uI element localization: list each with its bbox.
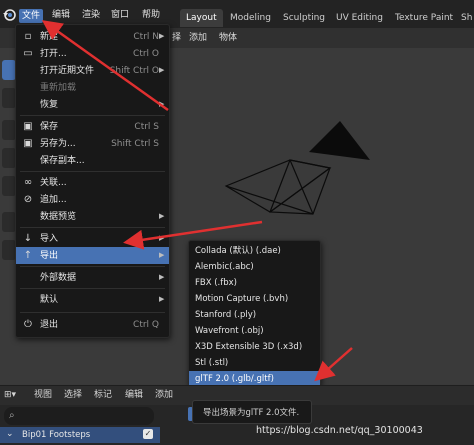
chevron-right-icon: ▶: [159, 295, 165, 303]
tooltip: 导出场景为glTF 2.0文件.: [192, 400, 312, 424]
menu-item-defaults[interactable]: 默认 ▶: [16, 291, 169, 308]
quit-icon: ⏻: [24, 319, 32, 330]
menu-separator: [20, 227, 165, 228]
watermark: https://blog.csdn.net/qq_30100043: [256, 425, 423, 436]
menu-item-save-copy[interactable]: 保存副本...: [16, 152, 169, 169]
menu-item-recover[interactable]: 恢复 ▶: [16, 96, 169, 113]
menu-item-append[interactable]: ⊘ 追加...: [16, 191, 169, 208]
export-submenu: Collada (默认) (.dae) Alembic(.abc) FBX (.…: [188, 240, 321, 387]
search-input[interactable]: ⌕: [4, 407, 154, 425]
link-icon: ∞: [23, 177, 33, 188]
menu-separator: [20, 312, 165, 313]
export-item-obj[interactable]: Wavefront (.obj): [189, 323, 320, 339]
menu-item-open-recent[interactable]: 打开近期文件 Shift Ctrl O ▶: [16, 62, 169, 79]
export-item-fbx[interactable]: FBX (.fbx): [189, 275, 320, 291]
menu-separator: [20, 171, 165, 172]
menu-item-revert: 重新加载: [40, 83, 77, 93]
timeline-menu-view[interactable]: 视图: [34, 389, 52, 401]
export-item-collada[interactable]: Collada (默认) (.dae): [189, 243, 320, 259]
export-icon: ↑: [23, 250, 33, 261]
timeline-menu-select[interactable]: 选择: [64, 389, 82, 401]
timeline-menu-marker[interactable]: 标记: [94, 389, 112, 401]
chevron-right-icon: ▶: [159, 251, 165, 259]
timeline-editor-type-icon[interactable]: ⊞▾: [4, 389, 16, 401]
menu-separator: [20, 266, 165, 267]
folder-icon: ▭: [23, 48, 33, 59]
track-label: Bip01 Footsteps: [22, 430, 91, 440]
menu-item-new[interactable]: ▫ 新建 Ctrl N ▶: [16, 28, 169, 45]
camera-up-triangle: [309, 121, 370, 160]
import-icon: ↓: [23, 233, 33, 244]
export-item-alembic[interactable]: Alembic(.abc): [189, 259, 320, 275]
menu-item-export[interactable]: ↑ 导出 ▶: [16, 247, 169, 264]
save-icon: ▣: [23, 121, 33, 132]
menu-item-open[interactable]: ▭ 打开... Ctrl O: [16, 45, 169, 62]
menu-item-import[interactable]: ↓ 导入 ▶: [16, 230, 169, 247]
chevron-right-icon: ▶: [159, 273, 165, 281]
file-menu: ▫ 新建 Ctrl N ▶ ▭ 打开... Ctrl O 打开近期文件 Shif…: [15, 24, 170, 338]
chevron-right-icon: ▶: [159, 66, 165, 74]
timeline-menu-edit[interactable]: 编辑: [125, 389, 143, 401]
menu-separator: [20, 115, 165, 116]
chevron-right-icon: ▶: [159, 32, 165, 40]
export-item-bvh[interactable]: Motion Capture (.bvh): [189, 291, 320, 307]
export-item-stl[interactable]: Stl (.stl): [189, 355, 320, 371]
search-icon: ⌕: [9, 410, 15, 421]
export-item-x3d[interactable]: X3D Extensible 3D (.x3d): [189, 339, 320, 355]
export-item-ply[interactable]: Stanford (.ply): [189, 307, 320, 323]
track-enabled-checkbox[interactable]: ✓: [143, 429, 153, 439]
timeline-menu-add[interactable]: 添加: [155, 389, 173, 401]
menu-item-save[interactable]: ▣ 保存 Ctrl S: [16, 118, 169, 135]
append-icon: ⊘: [23, 194, 33, 205]
menu-item-save-as[interactable]: ▣ 另存为... Shift Ctrl S: [16, 135, 169, 152]
menu-item-quit[interactable]: ⏻ 退出 Ctrl Q: [16, 316, 169, 333]
chevron-right-icon: ▶: [159, 234, 165, 242]
chevron-right-icon: ▶: [159, 212, 165, 220]
menu-separator: [20, 288, 165, 289]
new-file-icon: ▫: [24, 31, 32, 42]
chevron-right-icon: ▶: [159, 100, 165, 108]
menu-item-data-previews[interactable]: 数据预览 ▶: [16, 208, 169, 225]
chevron-down-icon[interactable]: ⌄: [6, 429, 18, 440]
save-as-icon: ▣: [23, 138, 33, 149]
tooltip-text: 导出场景为glTF 2.0文件.: [203, 408, 300, 418]
menu-item-link[interactable]: ∞ 关联...: [16, 174, 169, 191]
menu-item-external-data[interactable]: 外部数据 ▶: [16, 269, 169, 286]
